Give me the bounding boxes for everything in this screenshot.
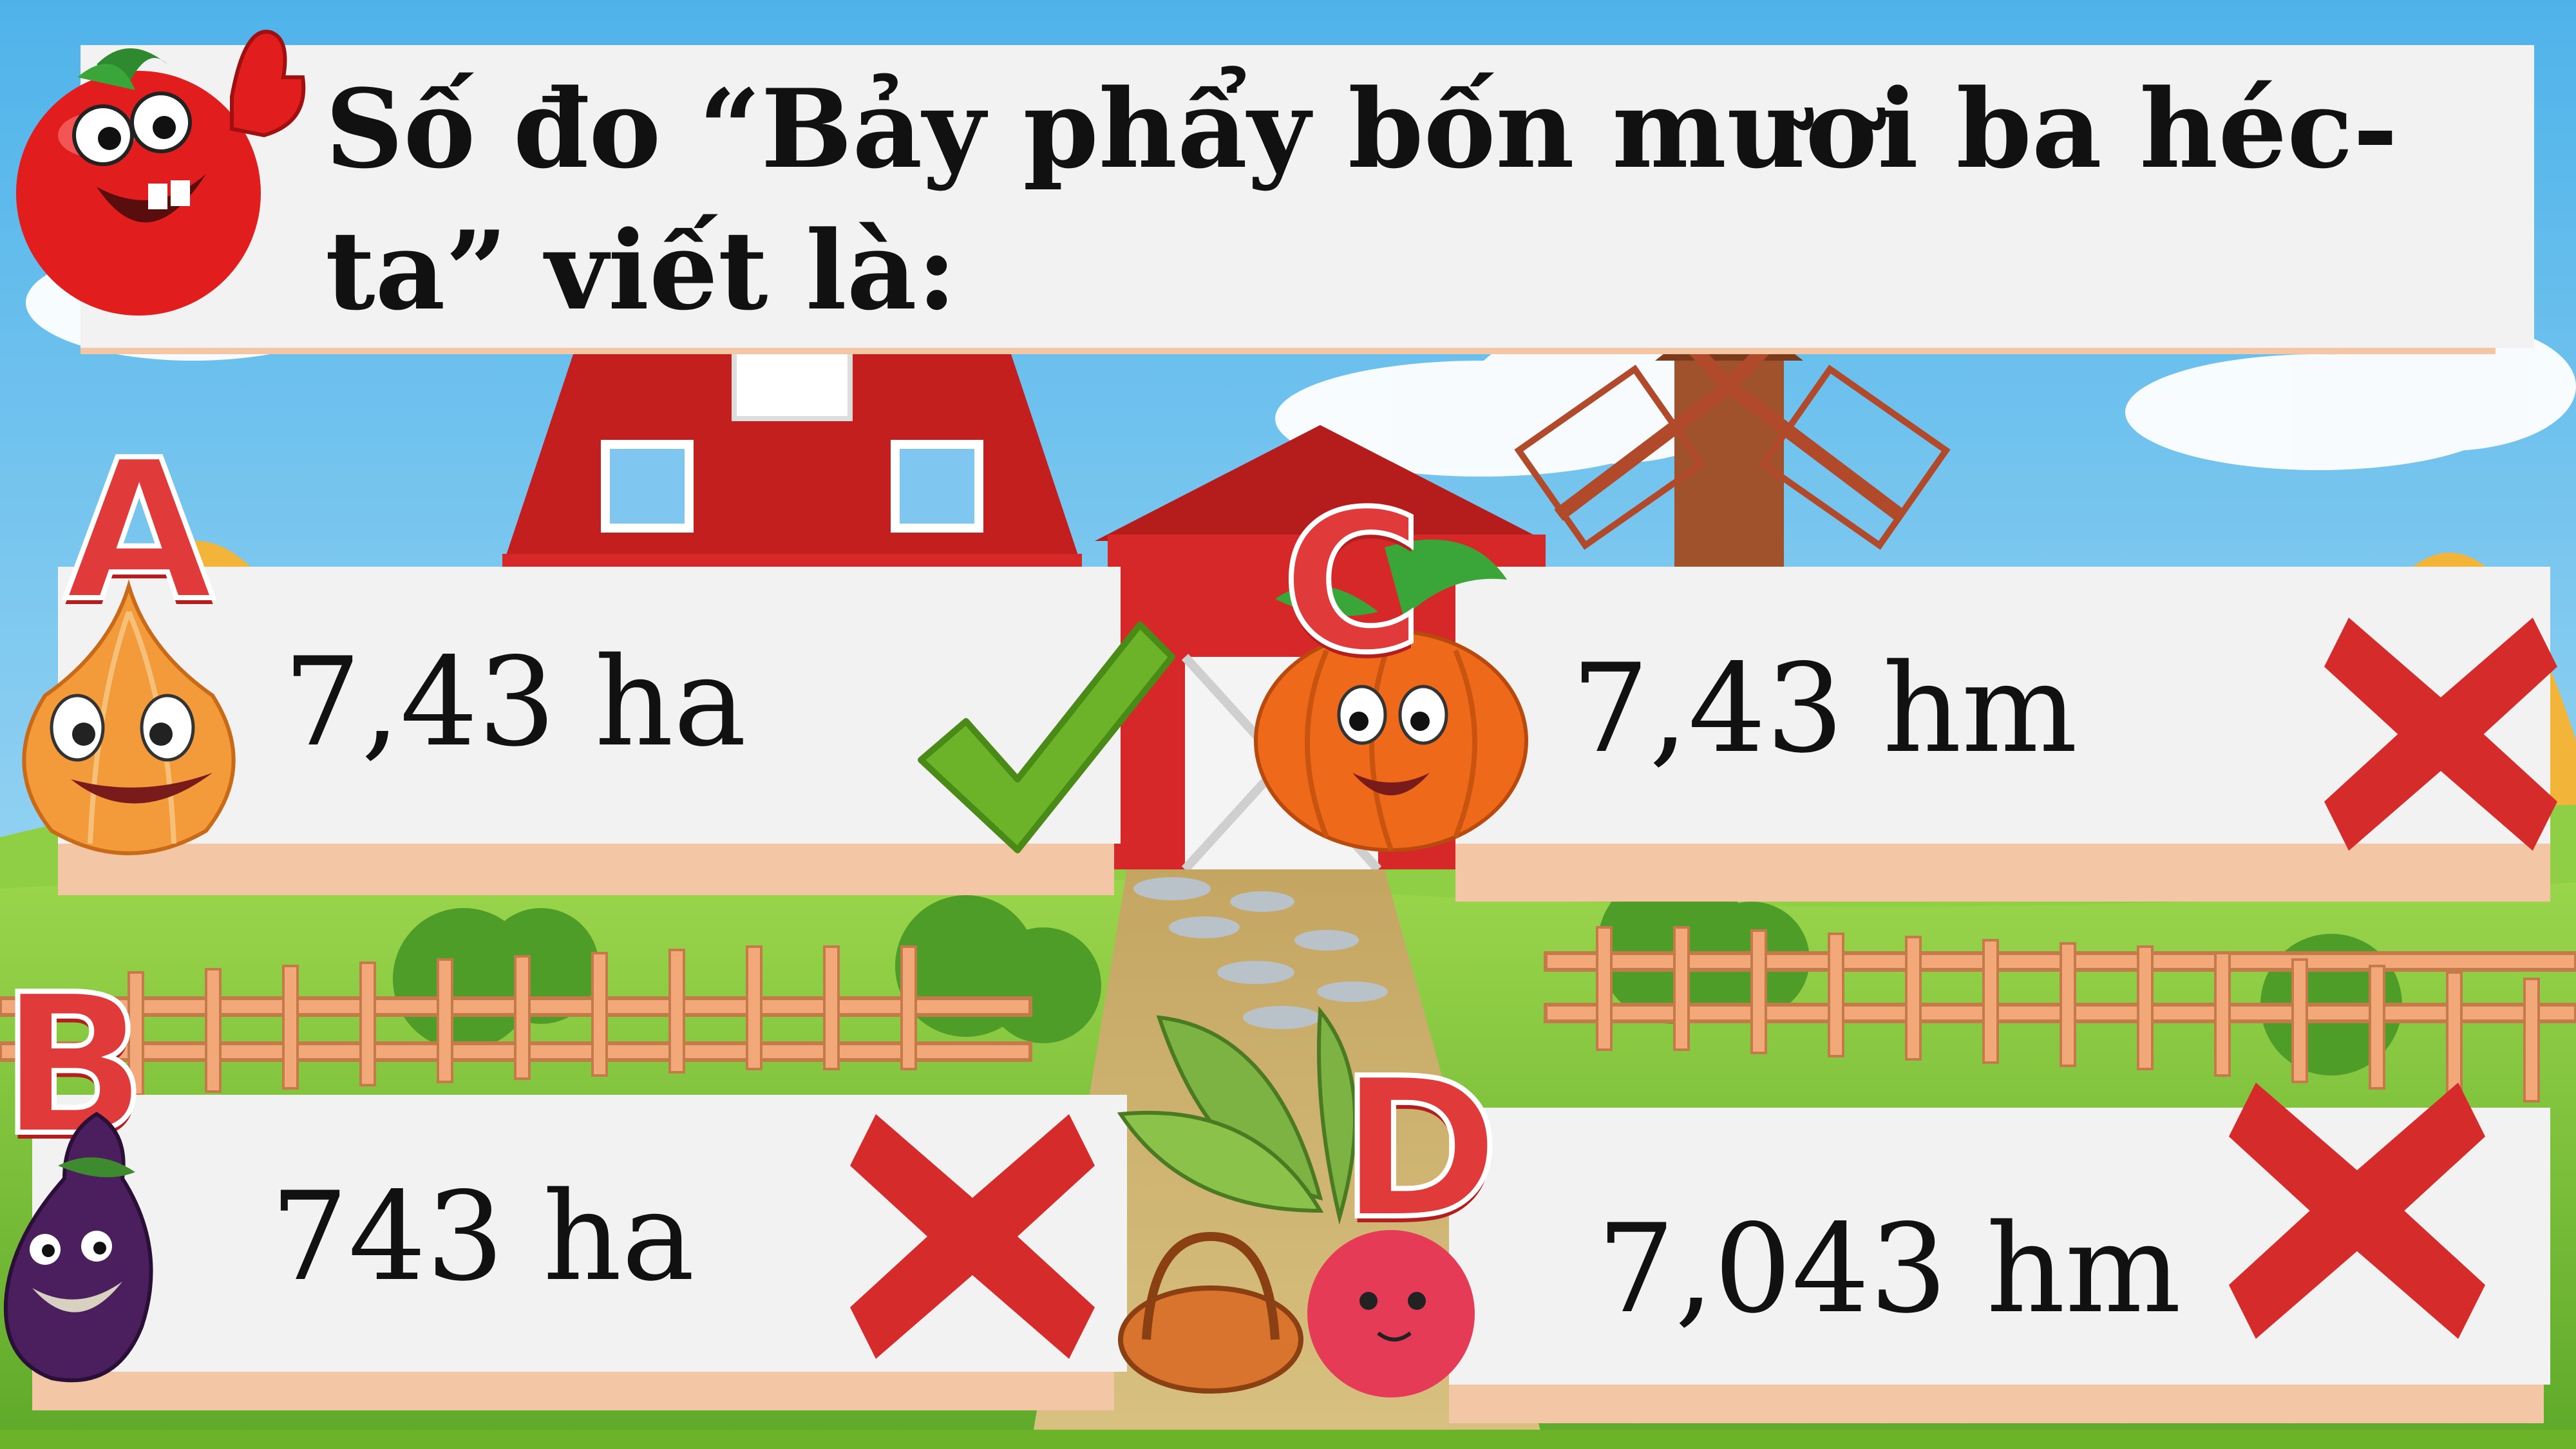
answer-a-value: 7,43 ha [283,631,747,773]
check-icon [918,621,1175,853]
question-box: Số đo “Bảy phẩy bốn mươi ba héc-ta” viết… [80,45,2534,354]
quiz-slide: Số đo “Bảy phẩy bốn mươi ba héc-ta” viết… [0,0,2576,1449]
eggplant-character [3,1112,153,1383]
answer-c-letter: C [1279,468,1426,697]
onion-character [22,579,236,855]
answer-c-value: 7,43 hm [1571,638,2078,780]
answer-b-value: 743 ha [270,1166,695,1308]
x-icon [2324,618,2557,851]
answer-d-value: 7,043 hm [1597,1198,2181,1340]
x-icon [2228,1082,2486,1340]
answer-d-letter: D [1337,1034,1502,1264]
x-icon [850,1114,1095,1359]
question-text: Số đo “Bảy phẩy bốn mươi ba héc-ta” viết… [325,65,2398,334]
tomato-mascot [16,30,306,316]
